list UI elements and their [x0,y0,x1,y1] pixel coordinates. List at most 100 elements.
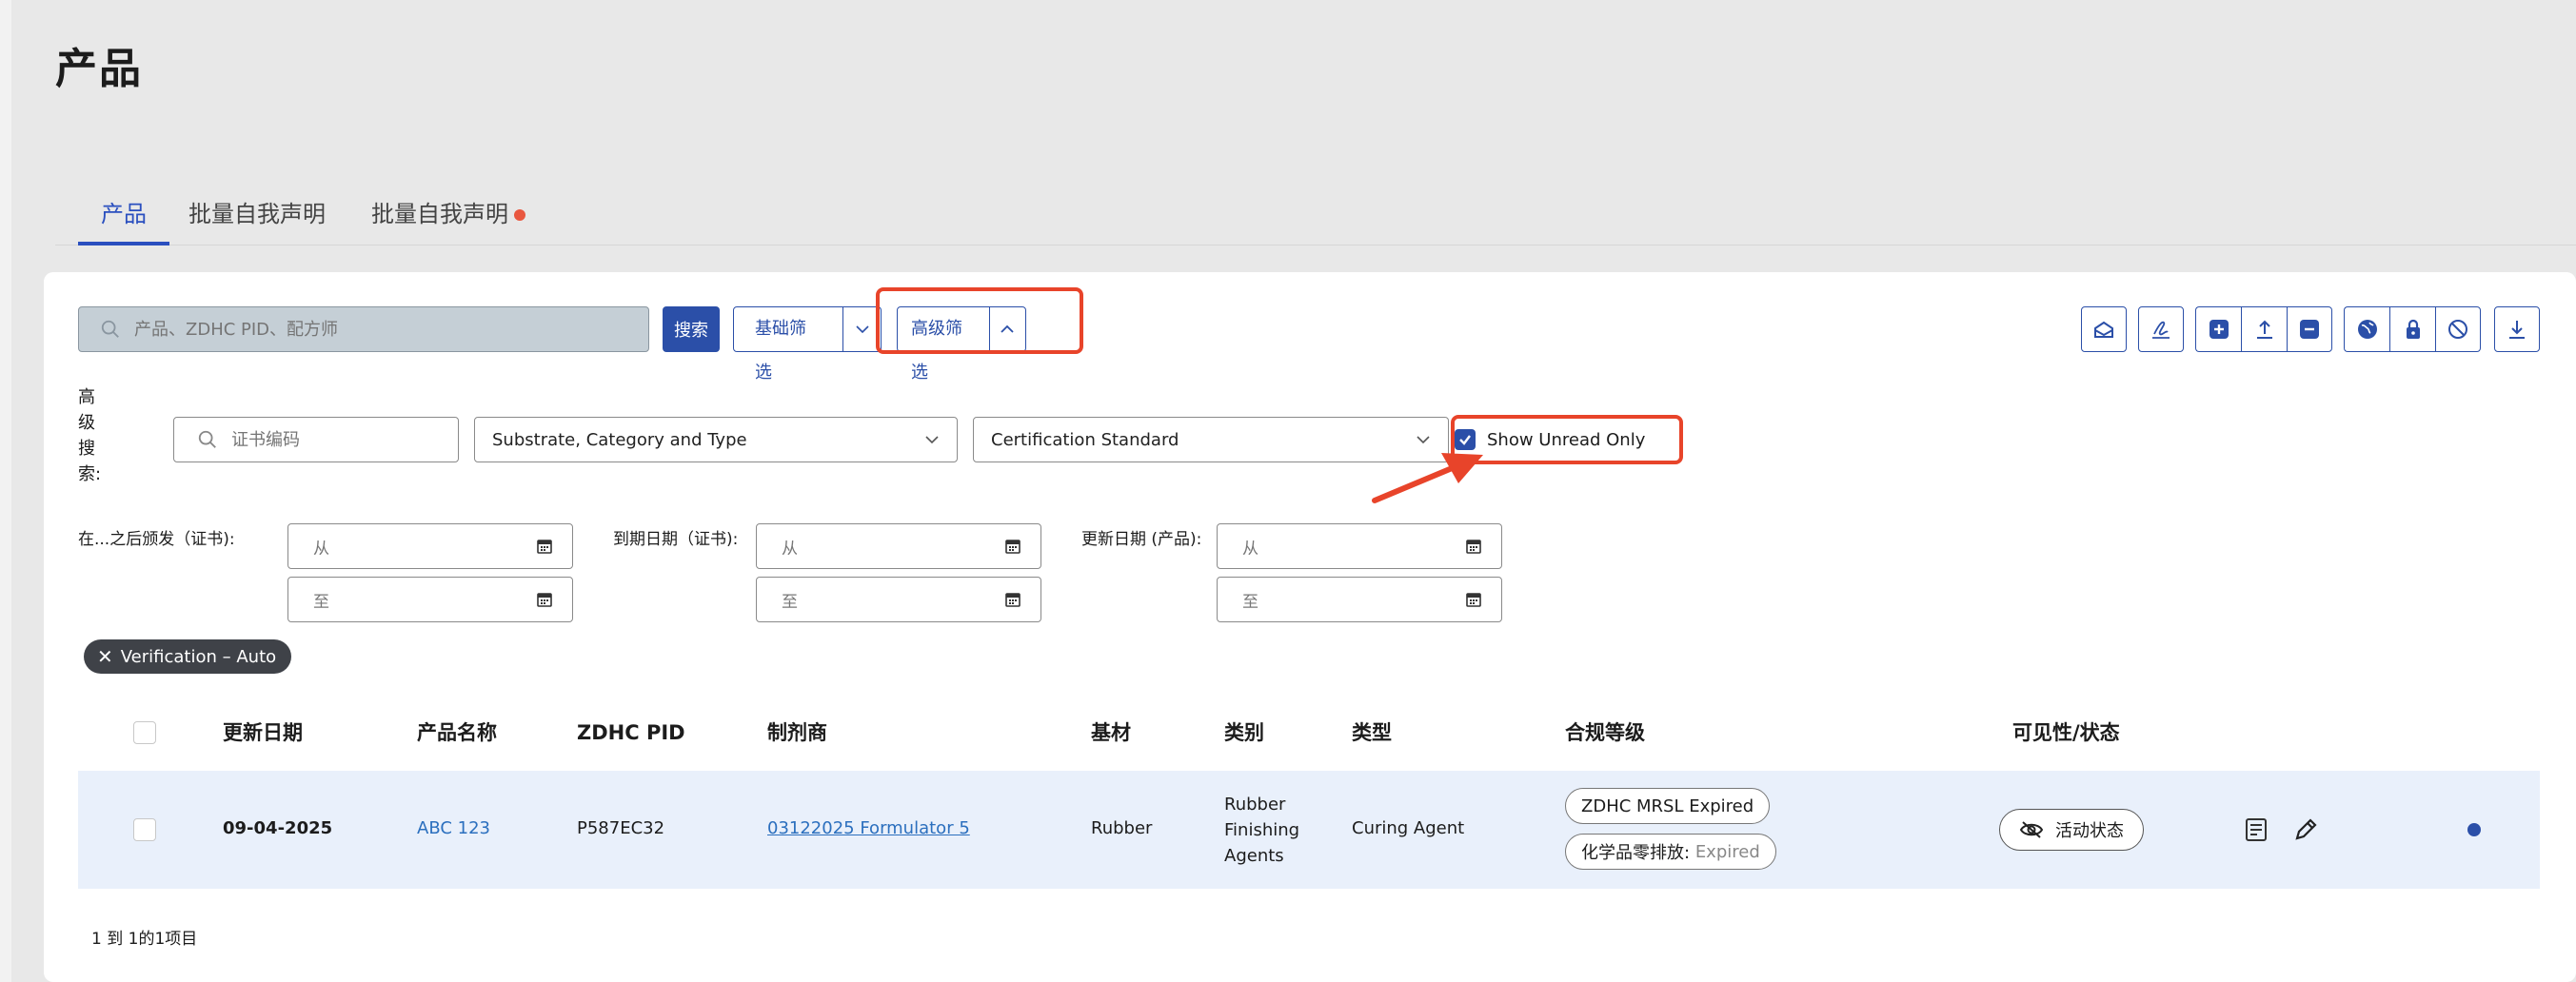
search-box[interactable] [78,306,649,352]
calendar-icon[interactable] [1004,538,1021,555]
expiry-from-date[interactable]: 从 [756,523,1041,569]
select-value: Certification Standard [991,429,1179,450]
updated-date-label: 更新日期 (产品): [1081,530,1202,549]
product-name-link[interactable]: ABC 123 [417,818,490,838]
basic-filter-label: 基础筛选 [734,307,844,383]
minus-square-icon [2300,320,2319,339]
search-input[interactable] [134,319,629,340]
column-header[interactable]: 更新日期 [223,704,303,771]
basic-filter-dropdown[interactable]: 基础筛选 [733,306,882,383]
tab-bulk-declaration[interactable]: 批量自我声明 [188,190,326,246]
publish-button[interactable] [2344,306,2389,352]
globe-icon [2357,320,2377,339]
table-header: 更新日期 产品名称 ZDHC PID 制剂商 基材 类别 类型 合规等级 可见性… [78,704,2540,771]
updated-to-date[interactable]: 至 [1217,577,1502,622]
to-placeholder: 至 [313,592,329,612]
table-row[interactable]: 09-04-2025 ABC 123 P587EC32 03122025 For… [78,771,2540,889]
column-header[interactable]: 类型 [1352,704,1392,771]
category-line: Agents [1224,846,1284,866]
page-title: 产品 [55,45,143,93]
chip-label: Verification – Auto [120,646,277,667]
pagination-summary: 1 到 1的1项目 [91,930,198,949]
plus-square-icon [2209,320,2229,339]
annotation-arrow-icon [1372,453,1483,503]
search-icon [101,320,119,338]
signature-icon [2152,321,2170,339]
certificate-code-input[interactable] [231,429,441,450]
signature-button[interactable] [2138,306,2184,352]
column-header[interactable]: 基材 [1091,704,1131,771]
download-icon [2509,321,2525,339]
highlight-box-show-unread [1451,415,1683,464]
zdhc-pid: P587EC32 [577,818,665,838]
column-header[interactable]: 制剂商 [767,704,827,771]
expiry-to-date[interactable]: 至 [756,577,1041,622]
issued-after-to-date[interactable]: 至 [287,577,573,622]
column-header[interactable]: 可见性/状态 [2012,704,2120,771]
document-icon[interactable] [2243,816,2269,843]
column-header[interactable]: 类别 [1224,704,1264,771]
substrate: Rubber [1091,818,1153,838]
pencil-icon[interactable] [2292,816,2319,843]
tab-label: 批量自我声明 [371,201,508,227]
calendar-icon[interactable] [1004,591,1021,608]
from-placeholder: 从 [1242,539,1258,559]
chevron-down-icon [925,436,939,444]
category-line: Rubber [1224,795,1286,815]
upload-icon [2256,320,2272,339]
badge-status: Expired [1694,841,1760,862]
to-placeholder: 至 [782,592,798,612]
category: Rubber Finishing Agents [1224,792,1299,869]
tab-products[interactable]: 产品 [78,190,169,246]
lock-button[interactable] [2389,306,2435,352]
inbox-button[interactable] [2081,306,2127,352]
chevron-down-icon [1417,436,1430,444]
block-button[interactable] [2435,306,2481,352]
eye-off-icon [2019,821,2044,838]
highlight-box-advanced-filter [876,287,1083,354]
calendar-icon[interactable] [1465,538,1482,555]
close-icon[interactable]: ✕ [97,645,113,668]
formulator-link[interactable]: 03122025 Formulator 5 [767,818,970,838]
remove-button[interactable] [2287,306,2332,352]
select-value: Substrate, Category and Type [492,429,747,450]
tab-bulk-declaration-unread[interactable]: 批量自我声明 [371,190,525,246]
search-icon [198,430,216,448]
unread-dot [514,209,525,221]
inbox-icon [2094,321,2113,338]
column-header[interactable]: 合规等级 [1565,704,1645,771]
status-label: 活动状态 [2055,821,2124,841]
add-button[interactable] [2195,306,2241,352]
status-toggle-button[interactable]: 活动状态 [1999,809,2144,851]
to-placeholder: 至 [1242,592,1258,612]
from-placeholder: 从 [782,539,798,559]
calendar-icon[interactable] [536,591,553,608]
from-placeholder: 从 [313,539,329,559]
badge-label: ZDHC MRSL Expired [1581,795,1754,816]
tab-label: 产品 [101,201,147,227]
row-checkbox[interactable] [133,818,156,841]
lock-icon [2406,319,2420,339]
calendar-icon[interactable] [1465,591,1482,608]
column-header[interactable]: 产品名称 [417,704,497,771]
mrsl-compliance-badge: ZDHC MRSL Expired [1565,788,1771,824]
badge-prefix: 化学品零排放: [1581,843,1691,863]
upload-button[interactable] [2241,306,2287,352]
type: Curing Agent [1352,818,1465,838]
tab-bar: 产品 批量自我声明 批量自我声明 [55,190,2576,246]
certificate-search-box[interactable] [173,417,459,462]
search-button[interactable]: 搜索 [663,306,720,352]
unread-indicator-dot [2467,823,2481,836]
updated-from-date[interactable]: 从 [1217,523,1502,569]
updated-date: 09-04-2025 [223,818,333,838]
download-button[interactable] [2494,306,2540,352]
calendar-icon[interactable] [536,538,553,555]
expiry-date-label: 到期日期（证书): [613,530,739,549]
issued-after-from-date[interactable]: 从 [287,523,573,569]
advanced-search-label: 高级搜索: [78,387,102,484]
issued-after-label: 在...之后颁发（证书): [78,530,235,549]
substrate-category-type-select[interactable]: Substrate, Category and Type [474,417,958,462]
active-filter-chip[interactable]: ✕ Verification – Auto [84,639,292,674]
column-header[interactable]: ZDHC PID [577,704,685,771]
zero-discharge-badge: 化学品零排放: Expired [1565,834,1776,870]
